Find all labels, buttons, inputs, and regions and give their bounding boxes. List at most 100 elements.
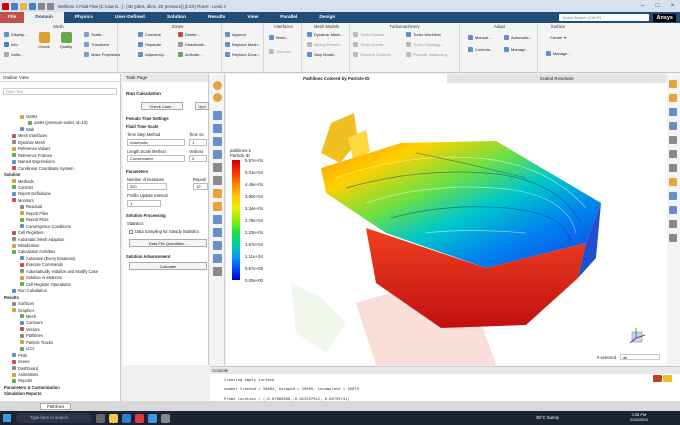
display-options-icon[interactable]: [669, 80, 677, 88]
tree-item[interactable]: Initialization: [12, 243, 39, 248]
minimize-button[interactable]: –: [635, 3, 650, 9]
taskbar-search-input[interactable]: Type here to search: [16, 413, 92, 423]
tree-item[interactable]: Reports: [12, 378, 32, 383]
zoom-box-icon[interactable]: [213, 150, 222, 159]
tree-item[interactable]: Controls: [12, 185, 33, 190]
view-icon[interactable]: [213, 241, 222, 250]
make-polyhedra-button[interactable]: Make Polyhedra: [84, 52, 120, 57]
task-view-icon[interactable]: [96, 413, 105, 423]
tree-item[interactable]: Automatic Mesh Adaption: [12, 237, 64, 242]
mixing-planes-button[interactable]: Mixing Planes...: [307, 42, 342, 47]
deactivate-button[interactable]: Deactivate...: [178, 42, 207, 47]
tree-item[interactable]: Solution: [4, 172, 20, 177]
zoom-icon[interactable]: [213, 137, 222, 146]
periodic-instancing-button[interactable]: Periodic Instancing...: [406, 52, 450, 57]
verbosity-input[interactable]: 0: [189, 155, 207, 162]
data-sampling-checkbox[interactable]: Data Sampling for Steady Statistics: [129, 229, 199, 234]
tree-item[interactable]: Outlet: [20, 114, 37, 119]
delete-zone-button[interactable]: Delete...: [178, 32, 200, 37]
tree-item[interactable]: Report Definitions: [12, 191, 51, 196]
annotate-icon[interactable]: [669, 150, 677, 158]
menu-results[interactable]: Results: [197, 12, 236, 23]
tree-item[interactable]: Animations: [12, 372, 38, 377]
undo-icon[interactable]: [38, 2, 45, 10]
adjacency-button[interactable]: Adjacency...: [138, 52, 167, 57]
separate-button[interactable]: Separate: [138, 42, 161, 47]
maximize-button[interactable]: □: [650, 3, 665, 9]
tree-item[interactable]: Mesh Interfaces: [12, 133, 47, 138]
quick-search-input[interactable]: Quick Search (Ctrl+F): [559, 14, 650, 21]
pathlines-status-tab[interactable]: Pathlines: [40, 403, 72, 410]
append-button[interactable]: Append: [225, 32, 246, 37]
zoom-out-icon[interactable]: [213, 228, 222, 237]
close-button[interactable]: ×: [665, 3, 680, 9]
tree-item[interactable]: Parameters & Customization: [4, 385, 60, 390]
replace-zone-button[interactable]: Replace Zone...: [225, 52, 260, 57]
tree-item[interactable]: Report Plots: [20, 217, 49, 222]
highlight-icon[interactable]: [669, 178, 677, 186]
scene-icon[interactable]: [669, 108, 677, 116]
camera-icon[interactable]: [213, 267, 222, 276]
tree-item[interactable]: outlet (pressure-outlet, id=10): [28, 120, 88, 125]
tree-item[interactable]: Methods: [12, 179, 34, 184]
tree-item[interactable]: Mesh: [20, 314, 36, 319]
automatic-adapt-button[interactable]: Automatic...: [504, 35, 532, 40]
rotate-icon[interactable]: [213, 93, 222, 102]
turbo-workflow-button[interactable]: Turbo Workflow: [406, 32, 441, 37]
tree-item[interactable]: Residual: [20, 204, 42, 209]
highlight-icon[interactable]: [213, 189, 222, 198]
file-explorer-icon[interactable]: [109, 413, 118, 423]
tree-item[interactable]: Graphics: [12, 308, 34, 313]
manage-surface-button[interactable]: Manage...: [546, 51, 571, 56]
turbo-topology-button[interactable]: Turbo Topology...: [406, 42, 443, 47]
check-case-button[interactable]: Check Case...: [141, 102, 183, 110]
tree-item[interactable]: Results: [4, 295, 19, 300]
tree-item[interactable]: Contours: [20, 320, 43, 325]
transform-button[interactable]: Transform: [84, 42, 109, 47]
pathlines-render[interactable]: [226, 83, 667, 365]
tree-item[interactable]: Monitors: [12, 198, 34, 203]
tree-item[interactable]: Plots: [12, 353, 27, 358]
time-scale-input[interactable]: 1: [189, 139, 207, 146]
mail-icon[interactable]: [161, 413, 170, 423]
menu-physics[interactable]: Physics: [64, 12, 104, 23]
tree-item[interactable]: Cell Register Operations: [20, 282, 71, 287]
tree-item[interactable]: Named Expressions: [12, 159, 55, 164]
menu-view[interactable]: View: [236, 12, 269, 23]
time-step-method-select[interactable]: Automatic: [127, 139, 185, 146]
filter-text-input[interactable]: Filter Text: [3, 88, 117, 95]
calculate-button[interactable]: Calculate: [129, 262, 207, 270]
tree-item[interactable]: Dynamic Mesh: [12, 140, 45, 145]
manage-adapt-button[interactable]: Manage...: [504, 47, 529, 52]
select-icon[interactable]: [213, 111, 222, 120]
tree-item[interactable]: Execute Commands: [20, 262, 63, 267]
menu-parallel[interactable]: Parallel: [269, 12, 308, 23]
tree-item[interactable]: Curvilinear Coordinate System: [12, 166, 74, 171]
views-icon[interactable]: [669, 122, 677, 130]
pan-icon[interactable]: [213, 124, 222, 133]
axes-icon[interactable]: [213, 254, 222, 263]
mesh-quality-button[interactable]: Quality: [58, 32, 74, 49]
clear-console-icon[interactable]: [663, 375, 672, 382]
update-button[interactable]: Upd: [195, 102, 209, 110]
pointer-icon[interactable]: [213, 81, 222, 90]
fit-icon[interactable]: [213, 163, 222, 172]
tree-item[interactable]: Dashboard: [12, 366, 38, 371]
clock[interactable]: 3:28 PM 2/24/2024: [630, 412, 648, 422]
layout-icon[interactable]: [669, 164, 677, 172]
menu-domain[interactable]: Domain: [24, 12, 64, 23]
check-mesh-button[interactable]: Check: [36, 32, 52, 49]
length-scale-method-select[interactable]: Conservative: [127, 155, 185, 162]
colormap-icon[interactable]: [669, 136, 677, 144]
menu-file[interactable]: File: [0, 12, 25, 23]
adapt-controls-button[interactable]: Controls...: [468, 47, 493, 52]
combine-button[interactable]: Combine: [138, 32, 161, 37]
redo-icon[interactable]: [47, 2, 54, 10]
overset-button[interactable]: Overset...: [269, 49, 293, 54]
activate-button[interactable]: Activate...: [178, 52, 203, 57]
display-mesh-button[interactable]: Display...: [4, 32, 27, 37]
copy-icon[interactable]: [669, 206, 677, 214]
tree-item[interactable]: Reference Frames: [12, 153, 52, 158]
ansys-app-icon[interactable]: [2, 2, 9, 10]
mesh-info-button[interactable]: Info: [4, 42, 18, 47]
